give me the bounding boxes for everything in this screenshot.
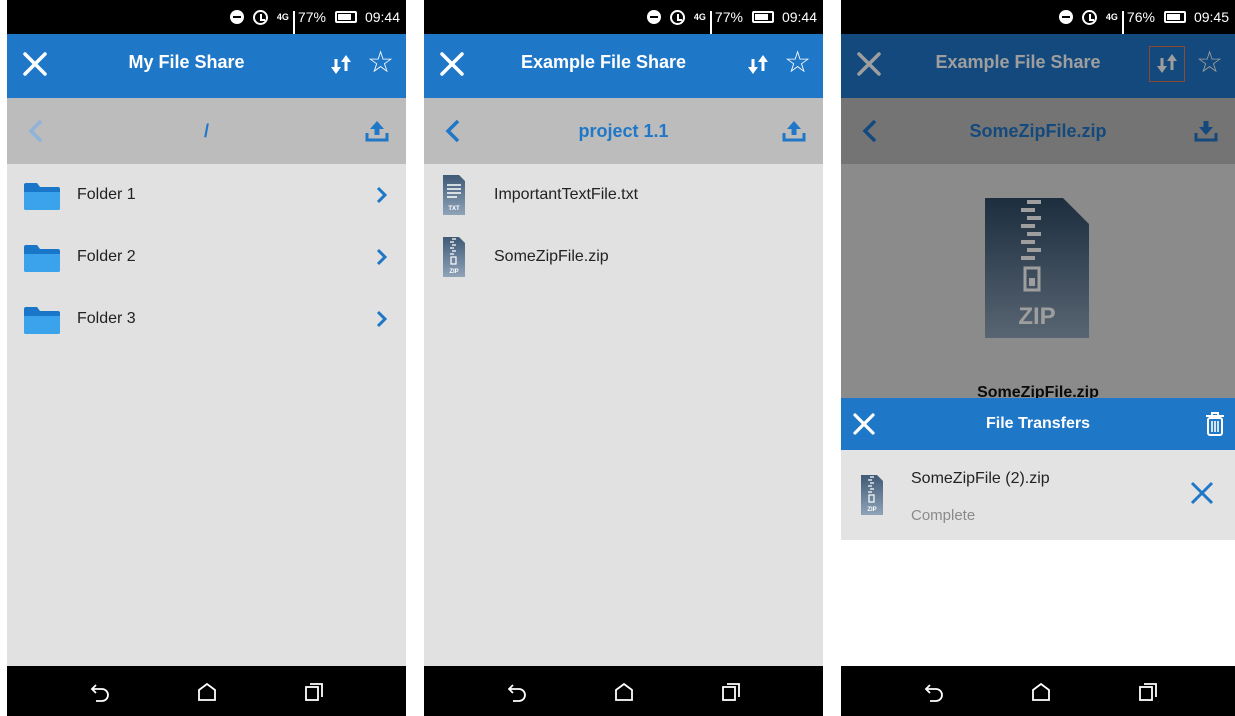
alarm-icon	[1081, 9, 1097, 25]
folder-icon	[24, 307, 60, 334]
folder-name: Folder 2	[77, 248, 136, 265]
recents-icon[interactable]	[303, 681, 325, 703]
close-icon[interactable]	[438, 50, 466, 78]
alarm-icon	[252, 9, 268, 25]
current-path: project 1.1	[578, 121, 669, 141]
chevron-right-icon[interactable]	[376, 186, 388, 204]
back-icon[interactable]	[923, 681, 945, 703]
do-not-disturb-icon	[1058, 10, 1073, 24]
app-bar: My File Share ☆	[7, 34, 406, 98]
current-path: /	[203, 121, 209, 141]
folder-icon	[24, 245, 60, 272]
status-bar: 4G 76% 09:45	[841, 0, 1235, 41]
transfer-status: Complete	[911, 507, 976, 524]
clock: 09:44	[781, 9, 817, 25]
recents-icon[interactable]	[1137, 681, 1159, 703]
status-bar: 4G 77% 09:44	[424, 0, 823, 41]
folder-name: Folder 1	[77, 186, 136, 203]
do-not-disturb-icon	[646, 10, 661, 24]
file-name: ImportantTextFile.txt	[494, 186, 639, 203]
upload-icon[interactable]	[781, 118, 807, 144]
zip-file-icon: ZIP	[861, 475, 883, 515]
file-list: TXT ImportantTextFile.txt ZIP SomeZipFil…	[424, 164, 823, 288]
battery-icon	[1163, 11, 1186, 23]
path-bar: /	[7, 98, 406, 164]
close-icon[interactable]	[21, 50, 49, 78]
system-nav-bar	[424, 666, 823, 716]
file-transfers-header: File Transfers	[841, 398, 1235, 450]
signal-icon	[1121, 11, 1124, 41]
txt-file-icon: TXT	[443, 175, 465, 215]
chevron-right-icon[interactable]	[376, 310, 388, 328]
cancel-transfer-icon[interactable]	[1189, 480, 1215, 506]
home-icon[interactable]	[613, 681, 635, 703]
page-title: Example File Share	[520, 52, 687, 72]
screen-file-transfers: 4G 76% 09:45 Example File Share ☆ SomeZi…	[841, 0, 1235, 716]
file-badge: TXT	[448, 206, 460, 212]
network-type-icon: 4G	[276, 11, 289, 22]
screen-my-file-share: 4G 77% 09:44 My File Share ☆ / Folder 1 …	[7, 0, 406, 716]
app-bar: Example File Share ☆	[424, 34, 823, 98]
trash-icon[interactable]	[1204, 410, 1226, 438]
home-icon[interactable]	[196, 681, 218, 703]
status-bar: 4G 77% 09:44	[7, 0, 406, 41]
back-icon[interactable]	[89, 681, 111, 703]
zip-file-icon: ZIP	[443, 237, 465, 277]
battery-percent: 77%	[714, 9, 743, 25]
back-chevron-icon[interactable]	[25, 118, 47, 144]
list-item[interactable]: Folder 1	[7, 164, 406, 226]
folder-name: Folder 3	[77, 310, 136, 327]
battery-percent: 76%	[1126, 9, 1155, 25]
signal-icon	[709, 11, 712, 41]
clock: 09:44	[364, 9, 400, 25]
system-nav-bar	[7, 666, 406, 716]
upload-icon[interactable]	[364, 118, 390, 144]
chevron-right-icon[interactable]	[376, 248, 388, 266]
recents-icon[interactable]	[720, 681, 742, 703]
network-type-icon: 4G	[693, 11, 706, 22]
file-transfers-panel: File Transfers ZIP SomeZipFile (2).zip C…	[841, 398, 1235, 666]
page-title: My File Share	[128, 52, 245, 72]
battery-icon	[334, 11, 357, 23]
clock: 09:45	[1193, 9, 1229, 25]
home-icon[interactable]	[1030, 681, 1052, 703]
list-item[interactable]: Folder 2	[7, 226, 406, 288]
star-icon[interactable]: ☆	[367, 48, 394, 78]
transfer-icon[interactable]	[745, 52, 771, 78]
file-badge: ZIP	[449, 269, 458, 275]
transfer-file-name: SomeZipFile (2).zip	[911, 470, 1050, 487]
alarm-icon	[669, 9, 685, 25]
list-item[interactable]: ZIP SomeZipFile.zip	[424, 226, 823, 288]
dim-overlay	[841, 34, 1235, 398]
list-item[interactable]: TXT ImportantTextFile.txt	[424, 164, 823, 226]
close-icon[interactable]	[851, 411, 877, 437]
transfer-icon[interactable]	[328, 52, 354, 78]
network-type-icon: 4G	[1105, 11, 1118, 22]
screen-example-file-share: 4G 77% 09:44 Example File Share ☆ projec…	[424, 0, 823, 716]
file-badge: ZIP	[867, 507, 876, 513]
signal-icon	[292, 11, 295, 41]
do-not-disturb-icon	[229, 10, 244, 24]
path-bar: project 1.1	[424, 98, 823, 164]
folder-list: Folder 1 Folder 2 Folder 3	[7, 164, 406, 350]
battery-percent: 77%	[297, 9, 326, 25]
battery-icon	[751, 11, 774, 23]
star-icon[interactable]: ☆	[784, 48, 811, 78]
back-chevron-icon[interactable]	[442, 118, 464, 144]
transfer-item[interactable]: ZIP SomeZipFile (2).zip Complete	[841, 450, 1235, 540]
system-nav-bar	[841, 666, 1235, 716]
list-item[interactable]: Folder 3	[7, 288, 406, 350]
folder-icon	[24, 183, 60, 210]
file-transfers-title: File Transfers	[985, 415, 1091, 432]
file-name: SomeZipFile.zip	[494, 248, 609, 265]
back-icon[interactable]	[506, 681, 528, 703]
